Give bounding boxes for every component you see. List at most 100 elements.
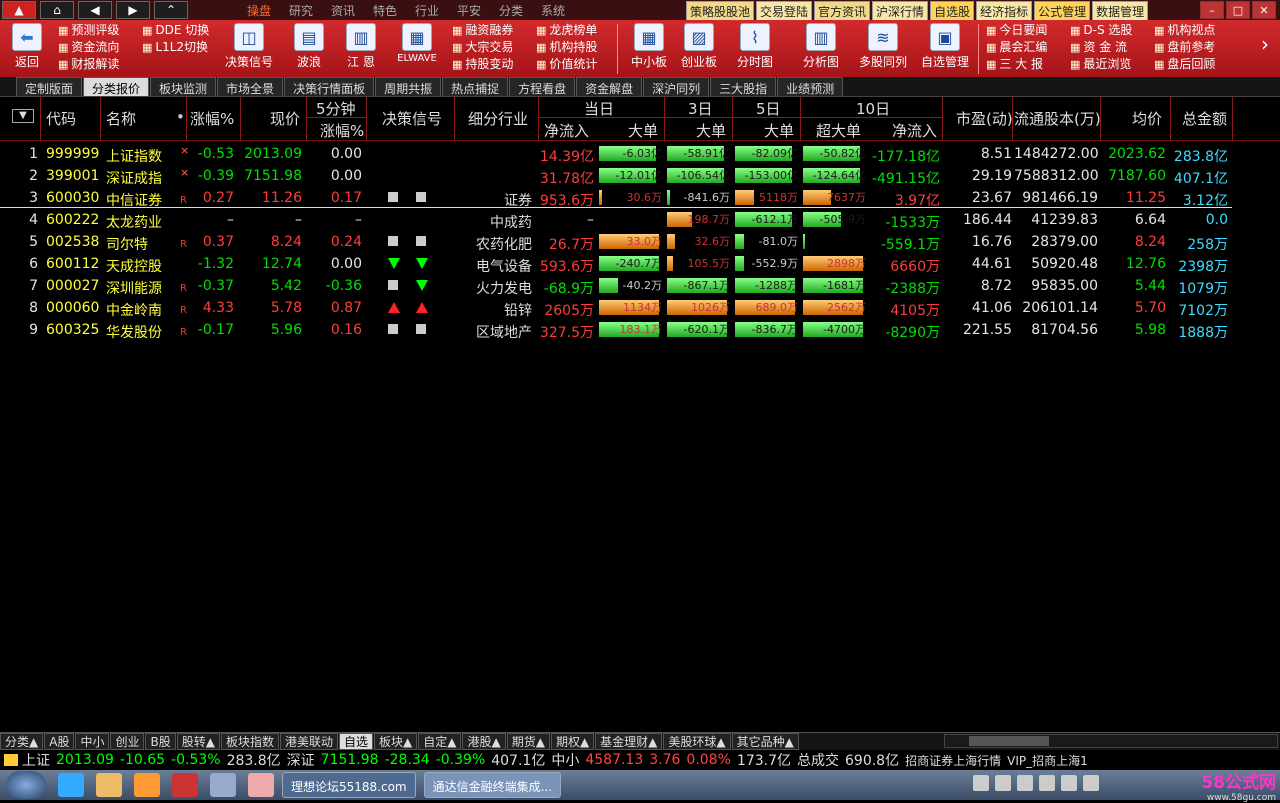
ie-icon[interactable] [58,773,84,797]
folder-icon[interactable] [96,773,122,797]
market-tab[interactable]: 股转▲ [176,733,220,750]
toolbar-scroll-right-icon[interactable]: › [1252,22,1278,56]
app-icon[interactable] [248,773,274,797]
toolbar-item[interactable]: 预测评级 [58,22,119,39]
forward-arrow-icon[interactable]: ▶ [116,1,150,19]
toolbar-button[interactable]: ▦ 中小板 [622,22,676,70]
toolbar-item[interactable]: 持股变动 [452,56,513,73]
app-icon[interactable] [210,773,236,797]
top-link[interactable]: 交易登陆 [756,1,813,22]
market-tab[interactable]: 基金理财▲ [595,733,663,750]
home-icon[interactable]: ⌂ [40,1,74,19]
top-link[interactable]: 经济指标 [976,1,1033,22]
header-code[interactable]: 代码 [46,108,76,129]
toolbar-item[interactable]: 融资融券 [452,22,513,39]
app-icon[interactable] [172,773,198,797]
toolbar-item[interactable]: DDE 切换 [142,22,209,39]
header-industry[interactable]: 细分行业 [468,108,528,129]
taskbar-window[interactable]: 通达信金融终端集成... [423,772,562,798]
tab[interactable]: 三大股指 [710,77,777,96]
toolbar-item[interactable]: 三 大 报 [986,56,1047,73]
table-row[interactable]: 3 600030 中信证券 R 0.27 11.26 0.17 证券 953.6万 30.6万 -8… [0,187,1280,209]
toolbar-item[interactable]: 盘后回顾 [1154,56,1215,73]
menu-item[interactable]: 研究 [280,2,322,19]
header-3day-bigorder[interactable]: 大单 [696,120,726,141]
minimize-icon[interactable]: – [1200,1,1224,19]
toolbar-item[interactable]: 机构持股 [536,39,597,56]
tab[interactable]: 热点捕捉 [442,77,509,96]
market-tab[interactable]: 港股▲ [462,733,506,750]
toolbar-item[interactable]: 晨会汇编 [986,39,1047,56]
app-tray-icon[interactable] [1083,775,1099,791]
toolbar-item[interactable]: 盘前参考 [1154,39,1215,56]
tab[interactable]: 市场全景 [217,77,284,96]
market-tab[interactable]: 板块▲ [374,733,418,750]
table-row[interactable]: 2 399001 深证成指 × -0.39 7151.98 0.00 31.78亿 -12.01… [0,165,1280,187]
close-icon[interactable]: ✕ [1252,1,1276,19]
market-tab[interactable]: 中小 [75,733,110,750]
toolbar-item[interactable]: 价值统计 [536,56,597,73]
market-tab[interactable]: 期权▲ [550,733,595,750]
header-signal[interactable]: 决策信号 [382,108,442,129]
market-tab[interactable]: 创业 [110,733,145,750]
top-link[interactable]: 自选股 [930,1,975,22]
top-link[interactable]: 策略股股池 [686,1,755,22]
toolbar-item[interactable]: 机构视点 [1154,22,1215,39]
header-today-netflow[interactable]: 净流入 [544,120,589,141]
toolbar-item[interactable]: 最近浏览 [1070,56,1132,73]
top-link[interactable]: 沪深行情 [872,1,929,22]
header-10day-superbig[interactable]: 超大单 [816,120,861,141]
toolbar-item[interactable]: 大宗交易 [452,39,513,56]
top-link[interactable]: 公式管理 [1034,1,1091,22]
header-5min[interactable]: 5分钟 [316,98,356,119]
volume-icon[interactable] [1039,775,1055,791]
header-amount[interactable]: 总金额 [1182,108,1227,129]
toolbar-button[interactable]: ▨ 创业板 [672,22,726,70]
toolbar-button[interactable]: ▥ 江 恩 [334,22,388,70]
tab[interactable]: 板块监测 [150,77,217,96]
network-icon[interactable] [995,775,1011,791]
toolbar-button[interactable]: ▥ 分析图 [794,22,848,70]
table-row[interactable]: 9 600325 华发股份 R -0.17 5.96 0.16 区域地产 327.5万 183.1… [0,319,1280,341]
menu-item[interactable]: 分类 [490,2,532,19]
media-player-icon[interactable] [134,773,160,797]
menu-item[interactable]: 操盘 [238,2,280,19]
menu-item[interactable]: 系统 [532,2,574,19]
help-icon[interactable] [973,775,989,791]
toolbar-button[interactable]: ▣ 自选管理 [918,22,972,70]
market-tab[interactable]: 美股环球▲ [663,733,731,750]
header-name[interactable]: 名称 [106,108,136,129]
table-row[interactable]: 5 002538 司尔特 R 0.37 8.24 0.24 农药化肥 26.7万 33.0万 32.… [0,231,1280,253]
menu-item[interactable]: 平安 [448,2,490,19]
table-row[interactable]: 4 600222 太龙药业 – – – 中成药 – 198.7万 -612.1万 -505.9万 -1… [0,209,1280,231]
header-10day-netflow[interactable]: 净流入 [892,120,937,141]
market-tab[interactable]: 分类▲ [0,733,44,750]
header-change-pct[interactable]: 涨幅% [190,108,234,129]
app-logo-icon[interactable]: ▲ [2,1,36,19]
toolbar-item[interactable]: L1L2切换 [142,39,209,56]
menu-item[interactable]: 资讯 [322,2,364,19]
toolbar-item[interactable]: 资 金 流 [1070,39,1132,56]
taskbar-window[interactable]: 理想论坛55188.com [282,772,416,798]
tab[interactable]: 方程看盘 [509,77,576,96]
market-tab[interactable]: B股 [145,733,176,750]
market-tab[interactable]: 板块指数 [220,733,279,750]
shield-icon[interactable] [1017,775,1033,791]
header-price[interactable]: 现价 [270,108,300,129]
market-tab[interactable]: 自选 [338,733,373,750]
header-float-shares[interactable]: 流通股本(万) [1014,108,1101,129]
table-row[interactable]: 7 000027 深圳能源 R -0.37 5.42 -0.36 火力发电 -68.9万 -40.… [0,275,1280,297]
toolbar-button[interactable]: ▤ 波浪 [282,22,336,70]
toolbar-item[interactable]: 今日要闻 [986,22,1047,39]
collapse-icon[interactable]: ⌃ [154,1,188,19]
scrollbar-thumb[interactable] [969,736,1049,746]
toolbar-item[interactable]: D-S 选股 [1070,22,1132,39]
top-link[interactable]: 数据管理 [1092,1,1149,22]
column-menu-dropdown[interactable]: ▼ [12,109,34,123]
market-tab[interactable]: 其它品种▲ [731,733,799,750]
tab[interactable]: 周期共振 [375,77,442,96]
market-tab[interactable]: 自定▲ [418,733,462,750]
tab[interactable]: 深沪同列 [643,77,710,96]
header-5day-bigorder[interactable]: 大单 [764,120,794,141]
tab[interactable]: 决策行情面板 [284,77,375,96]
